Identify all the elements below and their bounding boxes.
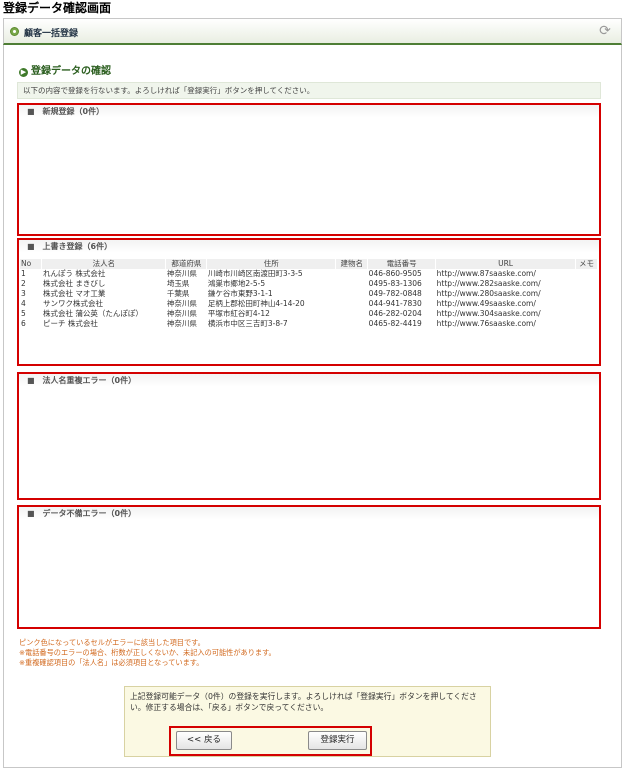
cell-memo: [576, 269, 598, 279]
cell-building: [336, 269, 368, 279]
col-header-building: 建物名: [335, 259, 369, 269]
col-header-name: 法人名: [41, 259, 167, 269]
cell-tel: 049-782-0848: [368, 289, 422, 298]
cell-address: 鎌ケ谷市東野3-1-1: [207, 289, 273, 298]
panel-duplicate-error: ■ 法人名重複エラー（0件）: [17, 372, 601, 500]
footnotes: ピンク色になっているセルがエラーに該当した項目です。 ※電話番号のエラーの場合、…: [19, 638, 276, 668]
cell-name: 株式会社 マオ工業: [42, 289, 106, 298]
cell-url: http://www.49saaske.com/: [436, 299, 536, 308]
back-button[interactable]: << 戻る: [176, 731, 232, 750]
cell-pref: 神奈川県: [166, 319, 197, 328]
cell-building: [336, 319, 368, 329]
panel-title-invalid: ■ データ不備エラー（0件）: [19, 507, 599, 520]
page-title: 登録データ確認画面: [3, 1, 112, 15]
cell-address: 鴻巣市郷地2-5-5: [207, 279, 266, 288]
panel-overwrite-registration: ■ 上書き登録（6件） No 法人名 都道府県 住所 建物名 電話番号 URL …: [17, 238, 601, 366]
table-row: 4 サンワク株式会社 神奈川県 足柄上郡松田町神山4-14-20 044-941…: [20, 299, 598, 309]
cell-address: 横浜市中区三吉町3-8-7: [207, 319, 288, 328]
cell-name: ピーチ 株式会社: [42, 319, 98, 328]
cell-url: http://www.304saaske.com/: [436, 309, 541, 318]
cell-no: 1: [21, 269, 26, 278]
cell-no: 2: [21, 279, 26, 288]
cell-building: [336, 309, 368, 319]
col-header-pref: 都道府県: [165, 259, 208, 269]
bullet-icon: [10, 27, 19, 36]
cell-pref: 神奈川県: [166, 299, 197, 308]
cell-building: [336, 289, 368, 299]
footnote-required: ※重複確認項目の「法人名」は必須項目となっています。: [19, 658, 204, 667]
cell-no: 6: [21, 319, 26, 328]
cell-building: [336, 279, 368, 289]
header-bar: 顧客一括登録 ⟳: [3, 18, 622, 45]
cell-url: http://www.87saaske.com/: [436, 269, 536, 278]
table-row: 3 株式会社 マオ工業 千葉県 鎌ケ谷市東野3-1-1 049-782-0848…: [20, 289, 598, 299]
cell-url: http://www.280saaske.com/: [436, 289, 541, 298]
cell-memo: [576, 279, 598, 289]
arrow-circle-icon: ▶: [19, 68, 28, 77]
cell-tel: 046-282-0204: [368, 309, 422, 318]
col-header-no: No: [20, 259, 43, 269]
table-row: 5 株式会社 蒲公英（たんぽぽ） 神奈川県 平塚市紅谷町4-12 046-282…: [20, 309, 598, 319]
cell-name: 株式会社 蒲公英（たんぽぽ）: [42, 309, 143, 318]
table-row: 1 れんぽう 株式会社 神奈川県 川崎市川崎区南渡田町3-3-5 046-860…: [20, 269, 598, 279]
cell-address: 川崎市川崎区南渡田町3-3-5: [207, 269, 303, 278]
cell-no: 5: [21, 309, 26, 318]
cell-name: れんぽう 株式会社: [42, 269, 106, 278]
cell-tel: 044-941-7830: [368, 299, 422, 308]
footnote-pink: ピンク色になっているセルがエラーに該当した項目です。: [19, 638, 205, 647]
cell-pref: 埼玉県: [166, 279, 190, 288]
col-header-memo: メモ: [575, 259, 598, 269]
cell-no: 3: [21, 289, 26, 298]
table-row: 6 ピーチ 株式会社 神奈川県 横浜市中区三吉町3-8-7 0465-82-44…: [20, 319, 598, 329]
header-label: 顧客一括登録: [24, 29, 79, 39]
cell-pref: 神奈川県: [166, 269, 197, 278]
cell-name: サンワク株式会社: [42, 299, 103, 308]
cell-address: 平塚市紅谷町4-12: [207, 309, 270, 318]
cell-building: [336, 299, 368, 309]
execute-registration-button[interactable]: 登録実行: [308, 731, 367, 750]
table-row: 2 株式会社 まきびし 埼玉県 鴻巣市郷地2-5-5 0495-83-1306 …: [20, 279, 598, 289]
col-header-address: 住所: [206, 259, 337, 269]
col-header-url: URL: [435, 259, 576, 269]
cell-tel: 0495-83-1306: [368, 279, 422, 288]
panel-title-new: ■ 新規登録（0件）: [19, 105, 599, 118]
panel-invalid-data-error: ■ データ不備エラー（0件）: [17, 505, 601, 629]
cell-pref: 神奈川県: [166, 309, 197, 318]
cell-tel: 0465-82-4419: [368, 319, 422, 328]
cell-pref: 千葉県: [166, 289, 190, 298]
cell-url: http://www.282saaske.com/: [436, 279, 541, 288]
instruction-notice: 以下の内容で登録を行ないます。よろしければ「登録実行」ボタンを押してください。: [17, 82, 601, 99]
col-header-tel: 電話番号: [367, 259, 437, 269]
refresh-icon[interactable]: ⟳: [597, 23, 613, 39]
cell-url: http://www.76saaske.com/: [436, 319, 536, 328]
table-header-row: No 法人名 都道府県 住所 建物名 電話番号 URL メモ: [20, 259, 598, 269]
cell-name: 株式会社 まきびし: [42, 279, 106, 288]
cell-memo: [576, 289, 598, 299]
cell-no: 4: [21, 299, 26, 308]
footnote-tel: ※電話番号のエラーの場合、桁数が正しくないか、未記入の可能性があります。: [19, 648, 276, 657]
cell-memo: [576, 319, 598, 329]
section-heading-text: 登録データの確認: [31, 66, 111, 77]
panel-title-overwrite: ■ 上書き登録（6件）: [19, 240, 599, 253]
overwrite-table: No 法人名 都道府県 住所 建物名 電話番号 URL メモ 1 れんぽう 株式…: [20, 259, 598, 329]
panel-title-duplicate: ■ 法人名重複エラー（0件）: [19, 374, 599, 387]
cell-memo: [576, 309, 598, 319]
cell-address: 足柄上郡松田町神山4-14-20: [207, 299, 305, 308]
cell-tel: 046-860-9505: [368, 269, 422, 278]
panel-new-registration: ■ 新規登録（0件）: [17, 103, 601, 236]
section-heading: ▶ 登録データの確認: [19, 62, 111, 77]
cell-memo: [576, 299, 598, 309]
confirm-message: 上記登録可能データ（0件）の登録を実行します。よろしければ「登録実行」ボタンを押…: [130, 692, 477, 712]
